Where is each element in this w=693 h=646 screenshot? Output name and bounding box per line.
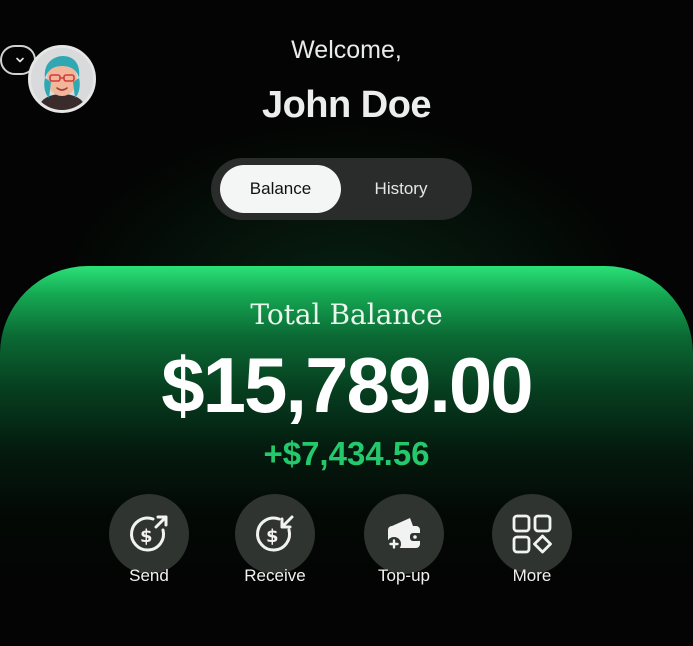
topup-label: Top-up: [378, 566, 430, 585]
welcome-text: Welcome,: [291, 36, 402, 64]
receive-money-icon: $: [256, 515, 294, 552]
view-toggle: Balance History: [211, 158, 472, 220]
receive-button[interactable]: $ Receive: [233, 494, 317, 585]
balance-amount: $15,789.00: [161, 341, 533, 429]
tab-balance[interactable]: Balance: [220, 165, 341, 213]
more-circle[interactable]: [492, 494, 572, 574]
grid-more-icon: [512, 514, 552, 554]
receive-label: Receive: [244, 566, 306, 585]
tab-history[interactable]: History: [341, 165, 461, 213]
send-circle[interactable]: $: [109, 494, 189, 574]
wallet-topup-icon: [387, 518, 422, 551]
svg-text:$: $: [266, 526, 279, 547]
topup-button[interactable]: Top-up: [362, 494, 446, 585]
balance-change: +$7,434.56: [263, 435, 430, 472]
more-button[interactable]: More: [490, 494, 574, 585]
send-label: Send: [129, 566, 169, 585]
balance-title: Total Balance: [250, 298, 443, 331]
user-name: John Doe: [261, 84, 432, 126]
receive-circle[interactable]: $: [235, 494, 315, 574]
send-money-icon: $: [130, 515, 168, 552]
svg-text:$: $: [140, 526, 153, 547]
send-button[interactable]: $ Send: [107, 494, 191, 585]
topup-circle[interactable]: [364, 494, 444, 574]
more-label: More: [512, 566, 552, 585]
